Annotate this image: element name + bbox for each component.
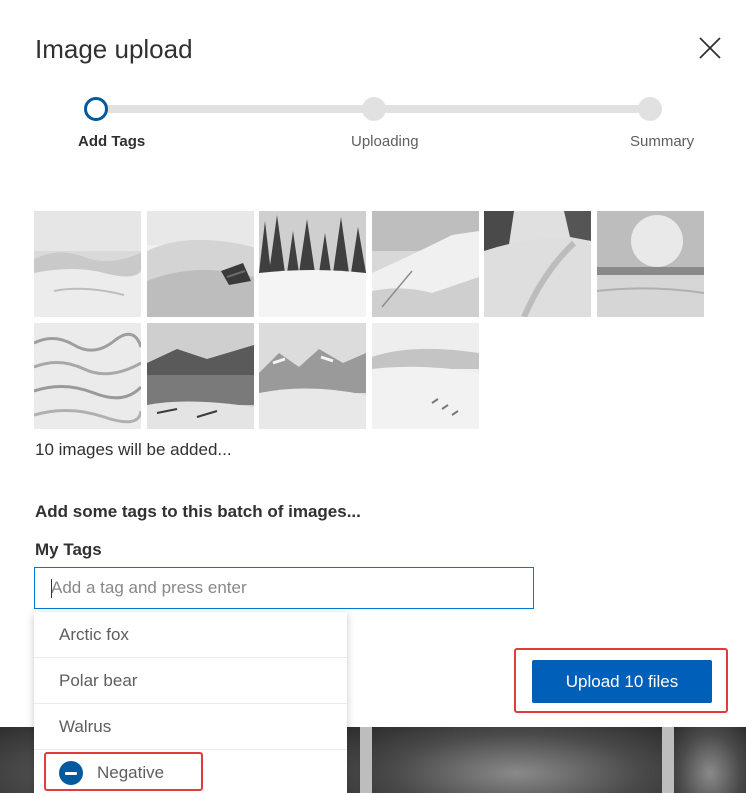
minus-circle-icon bbox=[59, 761, 83, 785]
suggestion-walrus[interactable]: Walrus bbox=[34, 704, 347, 750]
step-dot-uploading bbox=[362, 97, 386, 121]
step-dot-add-tags bbox=[84, 97, 108, 121]
upload-files-button[interactable]: Upload 10 files bbox=[532, 660, 712, 703]
thumbnail-snow-forest-path[interactable] bbox=[484, 211, 591, 317]
thumbnail-snowy-mountains[interactable] bbox=[259, 323, 366, 429]
negative-option-label: Negative bbox=[97, 763, 165, 782]
progress-stepper: Add Tags Uploading Summary bbox=[0, 96, 746, 156]
my-tags-label: My Tags bbox=[35, 540, 102, 559]
thumbnail-snow-ridge[interactable] bbox=[372, 211, 479, 317]
dialog-title: Image upload bbox=[35, 34, 193, 64]
suggestion-polar-bear[interactable]: Polar bear bbox=[34, 658, 347, 704]
step-dot-summary bbox=[638, 97, 662, 121]
background-gap bbox=[360, 727, 372, 793]
thumbnail-snow-field-sun[interactable] bbox=[597, 211, 704, 317]
tags-instruction: Add some tags to this batch of images... bbox=[35, 502, 361, 521]
suggestion-arctic-fox[interactable]: Arctic fox bbox=[34, 612, 347, 658]
background-gap bbox=[662, 727, 674, 793]
text-caret bbox=[51, 579, 52, 598]
thumbnail-snow-dune-rock[interactable] bbox=[147, 211, 254, 317]
background-tile bbox=[372, 727, 662, 793]
step-label-summary: Summary bbox=[630, 133, 695, 150]
close-icon[interactable] bbox=[697, 35, 723, 61]
thumbnail-frozen-lake[interactable] bbox=[147, 323, 254, 429]
background-tile bbox=[674, 727, 746, 793]
thumbnail-snow-hills[interactable] bbox=[34, 211, 141, 317]
images-count-text: 10 images will be added... bbox=[35, 440, 232, 459]
step-label-uploading: Uploading bbox=[351, 133, 419, 150]
tag-suggestions-dropdown: Arctic fox Polar bear Walrus Negative bbox=[34, 612, 347, 793]
thumbnail-snowy-forest[interactable] bbox=[259, 211, 366, 317]
thumbnail-snow-slope-tracks[interactable] bbox=[372, 323, 479, 429]
negative-option[interactable]: Negative bbox=[34, 750, 347, 793]
tag-input[interactable] bbox=[34, 567, 534, 609]
step-label-add-tags: Add Tags bbox=[78, 133, 146, 150]
thumbnail-snow-texture[interactable] bbox=[34, 323, 141, 429]
